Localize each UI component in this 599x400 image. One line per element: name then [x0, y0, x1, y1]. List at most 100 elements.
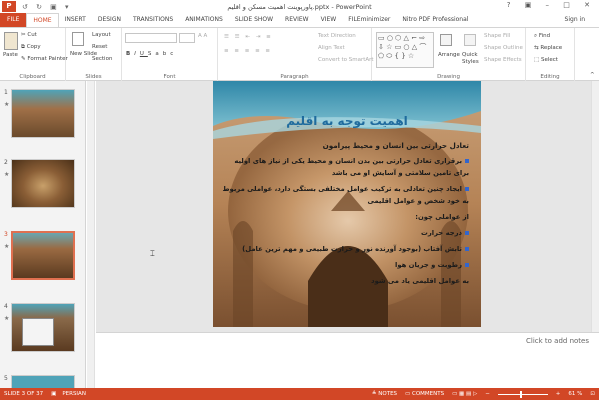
ribbon-tabs: FILE HOME INSERT DESIGN TRANSITIONS ANIM… [0, 13, 599, 27]
zoom-level[interactable]: 61 % [568, 391, 582, 397]
ribbon: Paste ✂ Cut ⧉ Copy ✎ Format Painter Clip… [0, 27, 599, 81]
shape-fill-button[interactable]: Shape Fill [484, 33, 510, 39]
slide-thumbnail-selected[interactable] [11, 231, 75, 280]
grow-font-icon[interactable]: A A [198, 33, 207, 39]
editing-group-label: Editing [540, 74, 560, 80]
canvas-scrollbar[interactable] [591, 81, 599, 332]
thumbnail-star-icon: ★ [4, 101, 10, 108]
notes-pane[interactable]: Click to add notes [96, 332, 599, 388]
status-bar: SLIDE 3 OF 37 ▣ PERSIAN ≜ NOTES ▭ COMMEN… [0, 388, 599, 400]
language-indicator[interactable]: PERSIAN [62, 391, 86, 397]
slide-line: برای تامین سلامتی و آسایش او می باشد [331, 169, 469, 177]
thumbnail-number: 5 [4, 375, 8, 382]
slide-thumbnails-pane: 1 ★ 2 ★ 3 ★ 4 ★ 5 [0, 81, 86, 389]
slide-bullet-line: تابش آفتاب (بوجود آورنده نور و حرارت طبی… [242, 245, 469, 253]
tab-transitions[interactable]: TRANSITIONS [127, 13, 179, 27]
cut-button[interactable]: ✂ Cut [21, 32, 37, 38]
tab-insert[interactable]: INSERT [59, 13, 92, 27]
quick-styles-button[interactable]: Quick Styles [462, 52, 486, 66]
editing-group: ⌕ Find ⇆ Replace ⬚ Select Editing [526, 28, 575, 81]
list-buttons-icon[interactable]: ☰ ☰ ⇤ ⇥ ≡ [224, 34, 273, 40]
select-label: Select [540, 57, 558, 63]
align-buttons-icon[interactable]: ≡ ≡ ≡ ≡ ≡ [224, 48, 272, 54]
arrange-button[interactable]: Arrange [438, 52, 460, 58]
section-button[interactable]: Section [92, 56, 112, 62]
slide-line-text: تابش آفتاب (بوجود آورنده نور و حرارت طبی… [242, 245, 462, 253]
tab-file[interactable]: FILE [0, 13, 27, 27]
find-label: Find [538, 33, 551, 39]
layout-button[interactable]: Layout [92, 32, 111, 38]
slide-subtitle: تعادل حرارتی بین انسان و محیط پیرامون [322, 141, 469, 150]
slide-count: SLIDE 3 OF 37 [4, 391, 44, 397]
slide-bullet-line: رطوبت و جریان هوا [395, 261, 469, 269]
slide-line-text: برقراری تعادل حرارتی بین بدن انسان و محی… [234, 157, 462, 165]
proofing-icon[interactable]: ▣ [51, 391, 56, 397]
convert-smartart-button[interactable]: Convert to SmartArt [318, 57, 374, 63]
tab-home[interactable]: HOME [26, 13, 59, 27]
find-button[interactable]: ⌕ Find [534, 33, 550, 40]
font-size-box[interactable] [179, 33, 195, 43]
paragraph-group-label: Paragraph [280, 74, 309, 80]
text-direction-button[interactable]: Text Direction [318, 33, 356, 39]
replace-label: Replace [540, 45, 563, 51]
fit-slide-icon[interactable]: ⊡ [590, 391, 595, 397]
tab-slide-show[interactable]: SLIDE SHOW [229, 13, 279, 27]
current-slide[interactable]: اهمیت توجه به اقلیم تعادل حرارتی بین انس… [213, 81, 481, 327]
shadow-button[interactable]: abc [155, 51, 177, 57]
font-group: A A BIUSabc Font [122, 28, 218, 81]
bullet-icon [465, 263, 469, 267]
font-format-buttons[interactable]: BIUSabc [126, 51, 177, 57]
arrange-icon[interactable] [440, 34, 452, 46]
window-controls[interactable]: ? ▣ – □ ✕ [507, 1, 596, 9]
paste-icon[interactable] [4, 32, 18, 50]
clipboard-group-label: Clipboard [19, 74, 46, 80]
bold-button[interactable]: B [126, 51, 134, 57]
zoom-out-button[interactable]: − [485, 391, 490, 397]
tab-view[interactable]: VIEW [315, 13, 343, 27]
underline-button[interactable]: U [140, 51, 148, 57]
title-bar: P ↺ ↻ ▣ ▾ پاورپوینت اهمیت مسکن و اقلیم.p… [0, 0, 599, 13]
notes-placeholder[interactable]: Click to add notes [526, 337, 589, 345]
copy-button[interactable]: ⧉ Copy [21, 44, 41, 51]
notes-button-label: NOTES [378, 391, 398, 397]
select-button[interactable]: ⬚ Select [534, 57, 558, 63]
copy-label: Copy [26, 44, 41, 50]
comments-button[interactable]: ▭ COMMENTS [405, 391, 444, 397]
paste-button[interactable]: Paste [3, 52, 18, 58]
bullet-icon [465, 187, 469, 191]
view-buttons[interactable]: ▭ ▦ ▤ ▷ [452, 391, 477, 397]
zoom-in-button[interactable]: + [556, 391, 561, 397]
slide-thumbnail[interactable] [11, 159, 75, 208]
zoom-slider[interactable] [497, 390, 548, 398]
clipboard-group: Paste ✂ Cut ⧉ Copy ✎ Format Painter Clip… [0, 28, 68, 81]
format-painter-button[interactable]: ✎ Format Painter [21, 56, 68, 62]
thumbnail-star-icon: ★ [4, 171, 10, 178]
slide-line-text: رطوبت و جریان هوا [395, 261, 462, 269]
quick-styles-icon[interactable] [464, 34, 476, 46]
mouse-cursor-icon: ⌶ [150, 249, 155, 258]
font-name-box[interactable] [125, 33, 177, 43]
shapes-gallery[interactable]: ▭ ○ ⬡ △ ⌐ ⇨ ⇩ ☆ ▭ ○ △ ⌒ ⬠ ⬭ { } ☆ [376, 32, 434, 68]
shape-effects-button[interactable]: Shape Effects [484, 57, 522, 63]
tab-animations[interactable]: ANIMATIONS [179, 13, 229, 27]
cut-label: Cut [27, 32, 37, 38]
slide-thumbnail[interactable] [11, 89, 75, 138]
tab-fileminimizer[interactable]: FILEminimizer [342, 13, 396, 27]
replace-button[interactable]: ⇆ Replace [534, 45, 562, 51]
slide-line-text: درجه حرارت [421, 229, 462, 237]
new-slide-icon[interactable] [72, 32, 84, 46]
tab-nitro-pdf[interactable]: Nitro PDF Professional [396, 13, 474, 27]
thumbnail-star-icon: ★ [4, 243, 10, 250]
align-text-button[interactable]: Align Text [318, 45, 345, 51]
notes-button[interactable]: ≜ NOTES [372, 391, 397, 397]
tab-review[interactable]: REVIEW [279, 13, 315, 27]
slide-thumbnail[interactable] [11, 303, 75, 352]
sign-in-link[interactable]: Sign in [565, 13, 585, 27]
zoom-slider-thumb[interactable] [519, 390, 522, 398]
tab-design[interactable]: DESIGN [92, 13, 127, 27]
slide-thumbnail[interactable] [11, 375, 75, 389]
thumbnail-scrollbar[interactable] [87, 81, 95, 388]
shape-outline-button[interactable]: Shape Outline [484, 45, 523, 51]
reset-button[interactable]: Reset [92, 44, 107, 50]
collapse-ribbon-icon[interactable]: ^ [590, 72, 595, 78]
